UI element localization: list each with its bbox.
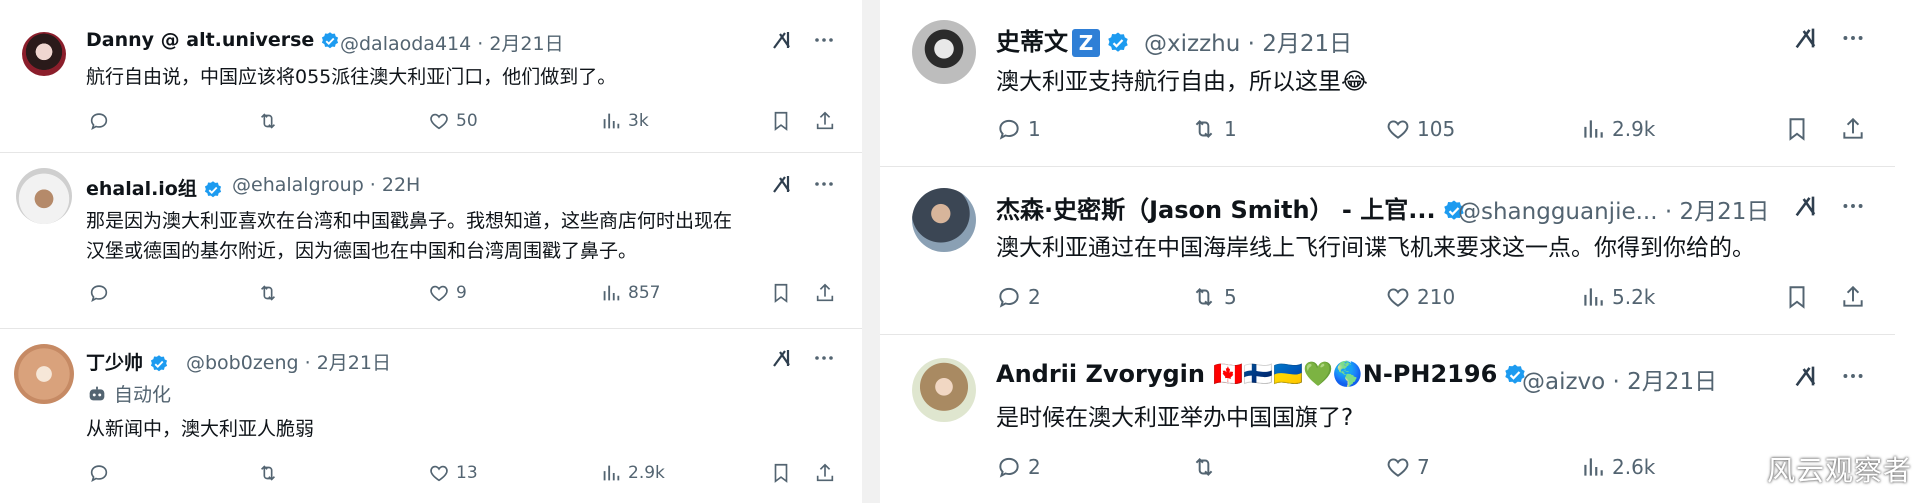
reply-icon[interactable] (88, 462, 110, 484)
handle-and-time[interactable]: @dalaoda414 · 2月21日 (340, 29, 564, 56)
more-icon[interactable] (1840, 193, 1866, 219)
avatar[interactable] (912, 358, 976, 422)
left-reply-column: Danny @ alt.universe @dalaoda414 · 2月21日… (0, 0, 862, 503)
name-badge: Z (1072, 29, 1100, 57)
retweet-icon[interactable] (256, 110, 280, 132)
more-icon[interactable] (1840, 363, 1866, 389)
retweet-icon[interactable] (256, 282, 280, 304)
bookmark-icon[interactable] (1784, 284, 1810, 310)
reply-icon[interactable] (996, 284, 1022, 310)
avatar[interactable] (14, 344, 74, 404)
handle-and-time[interactable]: @ehalalgroup · 22H (232, 174, 420, 196)
grok-icon[interactable] (1792, 192, 1820, 220)
tweet-andrii[interactable]: Andrii Zvorygin 🇨🇦🇫🇮🇺🇦💚🌎N-PH2196 @aizvo … (880, 334, 1895, 503)
share-icon[interactable] (814, 110, 836, 132)
views-icon[interactable] (1580, 116, 1606, 142)
robot-icon (89, 386, 105, 400)
retweet-icon[interactable] (1190, 116, 1218, 142)
tweet-actions: 2 5 210 5.2k (880, 282, 1895, 312)
share-icon[interactable] (814, 462, 836, 484)
tweet-actions: 1 1 105 2.9k (880, 114, 1895, 144)
reply-icon[interactable] (996, 454, 1022, 480)
author-name[interactable]: ehalal.io组 (86, 174, 223, 201)
tweet-ehalal[interactable]: ehalal.io组 @ehalalgroup · 22H 那是因为澳大利亚喜欢… (0, 152, 862, 329)
handle-and-time[interactable]: @aizvo · 2月21日 (1522, 362, 1717, 396)
share-icon[interactable] (814, 282, 836, 304)
tweet-text-line-1: 那是因为澳大利亚喜欢在台湾和中国戳鼻子。我想知道，这些商店何时出现在 (86, 210, 733, 232)
like-icon[interactable] (428, 282, 450, 304)
views-icon[interactable] (1580, 284, 1606, 310)
reply-icon[interactable] (88, 110, 110, 132)
more-icon[interactable] (1840, 25, 1866, 51)
like-icon[interactable] (1385, 454, 1411, 480)
right-reply-column: 史蒂文 Z @xizzhu · 2月21日 澳大利亚支持航行自由，所以这里😂 1 … (880, 0, 1895, 503)
tweet-actions: 9 857 (0, 280, 862, 306)
column-divider (862, 0, 880, 503)
more-icon[interactable] (812, 28, 836, 52)
retweet-icon[interactable] (1190, 284, 1218, 310)
verified-badge-icon (149, 354, 169, 374)
verified-badge-icon (320, 31, 340, 51)
verified-badge-icon (203, 180, 223, 200)
avatar[interactable] (912, 188, 976, 252)
author-name[interactable]: 杰森·史密斯（Jason Smith） - 上官... (996, 190, 1466, 225)
handle-and-time[interactable]: @bob0zeng · 2月21日 (186, 348, 391, 375)
views-icon[interactable] (600, 282, 622, 304)
tweet-actions: 13 2.9k (0, 460, 862, 486)
views-icon[interactable] (600, 110, 622, 132)
share-icon[interactable] (1840, 284, 1866, 310)
like-icon[interactable] (1385, 284, 1411, 310)
retweet-icon[interactable] (1190, 454, 1218, 480)
handle-and-time[interactable]: @shangguanjie... · 2月21日 (1458, 192, 1769, 226)
bookmark-icon[interactable] (770, 282, 792, 304)
tweet-actions: 50 3k (0, 108, 862, 134)
tweet-text-line-2: 汉堡或德国的基尔附近，因为德国也在中国和台湾周围戳了鼻子。 (86, 240, 638, 262)
tweet-text: 航行自由说，中国应该将055派往澳大利亚门口，他们做到了。 (86, 66, 617, 88)
retweet-icon[interactable] (256, 462, 280, 484)
avatar[interactable] (912, 20, 976, 84)
bookmark-icon[interactable] (770, 462, 792, 484)
share-icon[interactable] (1840, 116, 1866, 142)
grok-icon[interactable] (1792, 24, 1820, 52)
tweet-text: 澳大利亚支持航行自由，所以这里😂 (996, 69, 1368, 95)
watermark: 风云观察者 (1766, 454, 1912, 487)
tweet-actions: 2 7 2.6k (880, 452, 1895, 482)
author-name[interactable]: 史蒂文 Z (996, 22, 1130, 57)
grok-icon[interactable] (770, 346, 794, 370)
bookmark-icon[interactable] (1784, 116, 1810, 142)
reply-icon[interactable] (88, 282, 110, 304)
tweet-text: 澳大利亚通过在中国海岸线上飞行间谍飞机来要求这一点。你得到你给的。 (996, 235, 1755, 261)
grok-icon[interactable] (1792, 362, 1820, 390)
bookmark-icon[interactable] (770, 110, 792, 132)
views-icon[interactable] (600, 462, 622, 484)
tweet-text: 从新闻中，澳大利亚人脆弱 (86, 418, 315, 440)
tweet-text: 是时候在澳大利亚举办中国国旗了? (996, 405, 1354, 431)
handle-and-time[interactable]: @xizzhu · 2月21日 (1144, 24, 1352, 58)
reply-icon[interactable] (996, 116, 1022, 142)
grok-icon[interactable] (770, 28, 794, 52)
tweet-jason-smith[interactable]: 杰森·史密斯（Jason Smith） - 上官... @shangguanji… (880, 166, 1895, 335)
author-name[interactable]: Danny @ alt.universe (86, 29, 340, 51)
avatar[interactable] (22, 32, 66, 76)
like-icon[interactable] (1385, 116, 1411, 142)
like-icon[interactable] (428, 462, 450, 484)
more-icon[interactable] (812, 346, 836, 370)
grok-icon[interactable] (770, 172, 794, 196)
views-icon[interactable] (1580, 454, 1606, 480)
tweet-shidiwen[interactable]: 史蒂文 Z @xizzhu · 2月21日 澳大利亚支持航行自由，所以这里😂 1 … (880, 0, 1895, 167)
tweet-danny[interactable]: Danny @ alt.universe @dalaoda414 · 2月21日… (0, 0, 862, 153)
more-icon[interactable] (812, 172, 836, 196)
like-icon[interactable] (428, 110, 450, 132)
tweet-dingshaoshuai[interactable]: 丁少帅 @bob0zeng · 2月21日 自动化 从新闻中，澳大利亚人脆弱 1… (0, 328, 862, 503)
verified-badge-icon (1106, 31, 1130, 55)
automated-label: 自动化 (86, 380, 171, 407)
author-name[interactable]: Andrii Zvorygin 🇨🇦🇫🇮🇺🇦💚🌎N-PH2196 (996, 360, 1527, 388)
avatar[interactable] (16, 168, 72, 224)
author-name[interactable]: 丁少帅 (86, 348, 169, 375)
